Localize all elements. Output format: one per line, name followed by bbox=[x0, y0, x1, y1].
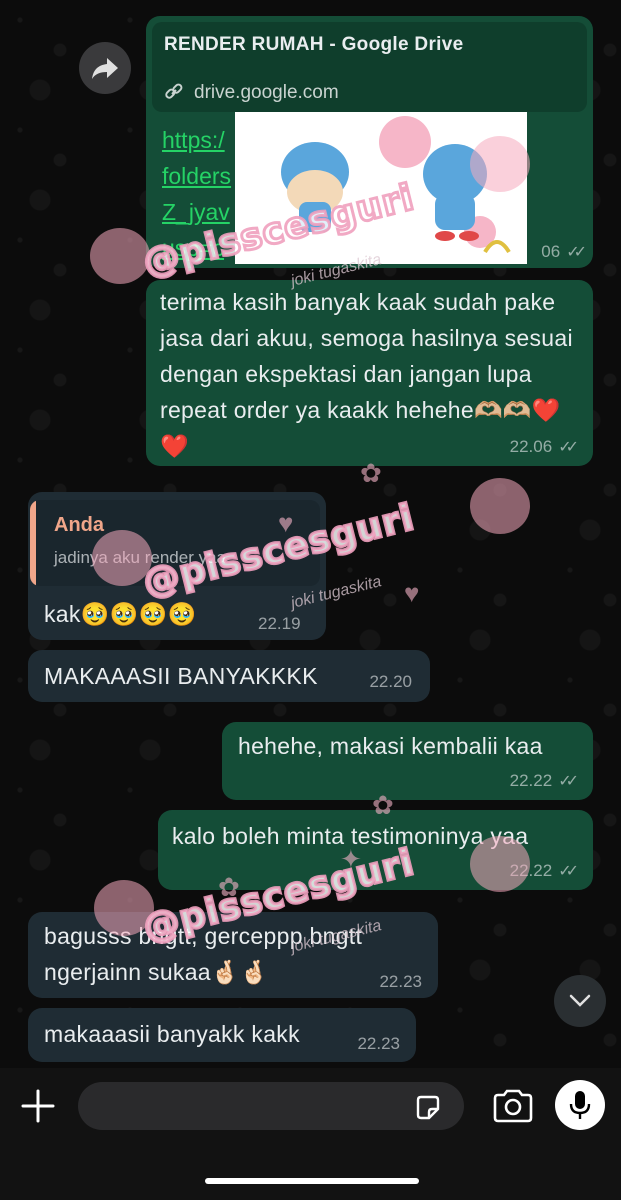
time-label: 22.23 bbox=[379, 972, 422, 991]
sticker-icon[interactable] bbox=[414, 1094, 442, 1122]
quote-accent-bar bbox=[30, 500, 36, 586]
quote-sender: Anda bbox=[54, 514, 104, 536]
time-label: 06 bbox=[541, 242, 561, 261]
voice-record-button[interactable] bbox=[555, 1080, 605, 1130]
forward-icon bbox=[92, 58, 118, 79]
heart-decoration-icon: ♥ bbox=[278, 508, 294, 538]
link-preview-title: RENDER RUMAH - Google Drive bbox=[164, 34, 464, 55]
flower-decoration-icon: ✿ bbox=[218, 872, 240, 902]
message-text: MAKAAASII BANYAKKKK bbox=[44, 663, 318, 689]
url-line[interactable]: folders bbox=[162, 158, 231, 194]
message-time: 22.19 bbox=[258, 614, 301, 634]
paw-watermark-icon bbox=[470, 836, 530, 892]
forward-button[interactable] bbox=[79, 42, 131, 94]
message-text: makaaasii banyakk kakk bbox=[44, 1021, 300, 1047]
message-time: 22.23 bbox=[379, 972, 422, 992]
flower-decoration-icon: ✿ bbox=[372, 790, 394, 820]
sparkle-decoration-icon: ✦ bbox=[340, 844, 362, 874]
message-time: 22.22 ✓✓ bbox=[510, 771, 579, 791]
heart-decoration-icon: ♥ bbox=[404, 578, 420, 608]
read-ticks-icon: ✓✓ bbox=[566, 244, 587, 261]
message-time: 22.20 bbox=[369, 672, 412, 692]
url-line[interactable]: https:/ bbox=[162, 122, 231, 158]
time-label: 22.20 bbox=[369, 672, 412, 691]
microphone-icon bbox=[569, 1091, 591, 1119]
paw-watermark-icon bbox=[470, 136, 530, 192]
time-label: 22.06 bbox=[509, 437, 553, 456]
message-time: 06 ✓✓ bbox=[541, 242, 587, 262]
message-text: kak🥹🥹🥹🥹 bbox=[44, 601, 197, 627]
time-label: 22.23 bbox=[357, 1034, 400, 1053]
message-bubble-incoming[interactable]: makaaasii banyakk kakk 22.23 bbox=[28, 1008, 416, 1062]
message-text: hehehe, makasi kembalii kaa bbox=[238, 733, 543, 759]
read-ticks-icon: ✓✓ bbox=[558, 773, 579, 790]
plus-icon[interactable] bbox=[20, 1088, 56, 1124]
message-input[interactable] bbox=[78, 1082, 464, 1130]
link-icon bbox=[165, 83, 183, 99]
chevron-down-icon bbox=[569, 994, 591, 1007]
scroll-to-bottom-button[interactable] bbox=[554, 975, 606, 1027]
message-bubble-outgoing[interactable]: terima kasih banyak kaak sudah pake jasa… bbox=[146, 280, 593, 466]
flower-decoration-icon: ✿ bbox=[360, 458, 382, 488]
paw-watermark-icon bbox=[90, 228, 150, 284]
link-preview-domain: drive.google.com bbox=[194, 82, 339, 103]
message-time: 22.06 ✓✓ bbox=[510, 437, 579, 457]
message-bubble-outgoing[interactable]: hehehe, makasi kembalii kaa 22.22 ✓✓ bbox=[222, 722, 593, 800]
time-label: 22.19 bbox=[258, 614, 301, 633]
message-time: 22.23 bbox=[357, 1034, 400, 1054]
home-indicator bbox=[205, 1178, 419, 1184]
link-preview-card[interactable]: RENDER RUMAH - Google Drive drive.google… bbox=[152, 22, 587, 112]
read-ticks-icon: ✓✓ bbox=[558, 439, 579, 456]
paw-watermark-icon bbox=[470, 478, 530, 534]
time-label: 22.22 bbox=[509, 771, 553, 790]
camera-icon[interactable] bbox=[492, 1088, 534, 1124]
read-ticks-icon: ✓✓ bbox=[558, 863, 579, 880]
message-bubble-incoming[interactable]: MAKAAASII BANYAKKKK 22.20 bbox=[28, 650, 430, 702]
